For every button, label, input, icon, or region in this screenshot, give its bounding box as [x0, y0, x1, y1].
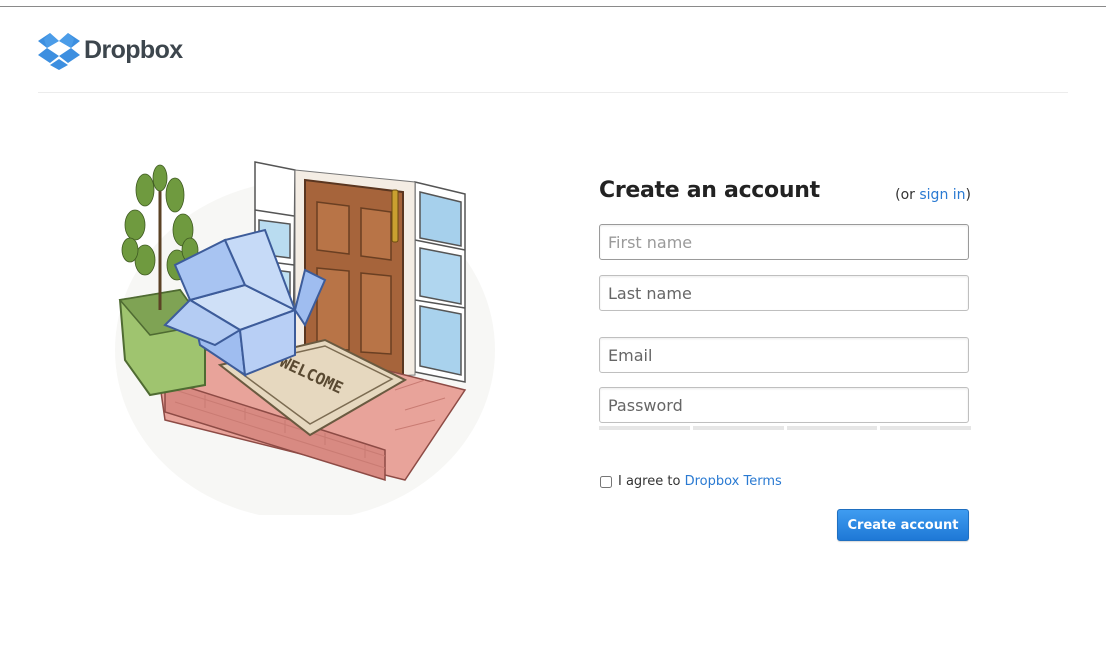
sign-in-prefix: (or [895, 187, 920, 203]
strength-segment [786, 426, 878, 430]
strength-segment [880, 426, 971, 430]
sign-in-link[interactable]: sign in [919, 187, 965, 203]
strength-segment [599, 426, 690, 430]
create-account-button[interactable]: Create account [837, 509, 969, 541]
welcome-porch-illustration: WELCOME [115, 161, 495, 515]
terms-checkbox[interactable] [600, 475, 612, 488]
dropbox-terms-link[interactable]: Dropbox Terms [685, 474, 782, 489]
strength-segment [692, 426, 784, 430]
header: Dropbox [38, 28, 183, 72]
terms-agreement: I agree to Dropbox Terms [599, 474, 782, 489]
dropbox-logo[interactable]: Dropbox [38, 30, 183, 70]
top-rule [0, 6, 1106, 7]
last-name-field[interactable] [599, 275, 969, 311]
signup-form: Create an account (or sign in) I agree t… [599, 178, 971, 541]
first-name-field[interactable] [599, 224, 969, 260]
header-divider [38, 92, 1068, 93]
logo-text: Dropbox [84, 35, 183, 64]
dropbox-logo-icon [38, 33, 80, 70]
email-field[interactable] [599, 337, 969, 373]
right-window [414, 181, 466, 383]
terms-prefix: I agree to [618, 474, 681, 489]
sign-in-prompt: (or sign in) [895, 187, 971, 203]
password-strength-meter [599, 426, 971, 430]
form-title: Create an account [599, 178, 820, 203]
form-header: Create an account (or sign in) [599, 178, 971, 214]
password-field[interactable] [599, 387, 969, 423]
sign-in-suffix: ) [965, 187, 971, 203]
